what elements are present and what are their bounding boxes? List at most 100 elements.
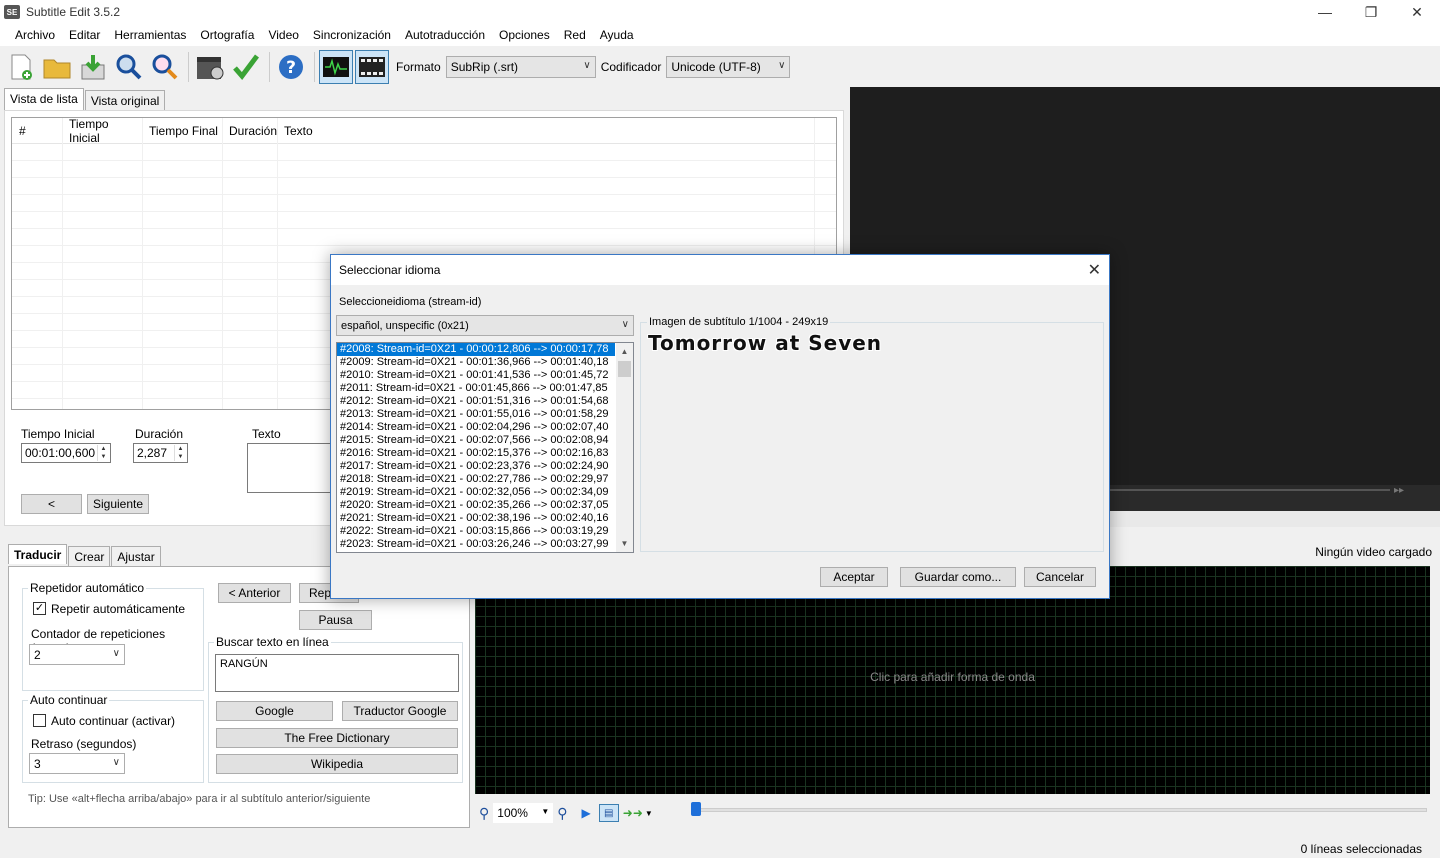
menu-sincronizacion[interactable]: Sincronización bbox=[306, 28, 398, 42]
google-translate-button[interactable]: Traductor Google bbox=[342, 701, 458, 721]
duration-input[interactable]: 2,287 ▲ ▼ bbox=[133, 443, 188, 463]
list-item[interactable]: #2010: Stream-id=0X21 - 00:01:41,536 -->… bbox=[337, 369, 615, 382]
next-button[interactable]: Siguiente bbox=[87, 494, 149, 514]
list-item[interactable]: #2011: Stream-id=0X21 - 00:01:45,866 -->… bbox=[337, 382, 615, 395]
waveform-icon bbox=[323, 57, 349, 77]
new-file-button[interactable] bbox=[4, 50, 38, 84]
menu-ayuda[interactable]: Ayuda bbox=[593, 28, 641, 42]
menu-editar[interactable]: Editar bbox=[62, 28, 107, 42]
wikipedia-button[interactable]: Wikipedia bbox=[216, 754, 458, 774]
scroll-up-icon[interactable]: ▲ bbox=[616, 343, 633, 360]
list-item[interactable]: #2008: Stream-id=0X21 - 00:00:12,806 -->… bbox=[337, 343, 615, 356]
encoding-select[interactable]: Unicode (UTF-8) ∨ bbox=[666, 56, 791, 78]
list-item[interactable]: #2016: Stream-id=0X21 - 00:02:15,376 -->… bbox=[337, 447, 615, 460]
close-icon[interactable]: ✕ bbox=[1088, 260, 1101, 280]
spinner-arrows-icon[interactable]: ▲ ▼ bbox=[174, 445, 186, 461]
col-text[interactable]: Texto bbox=[277, 124, 477, 138]
clapperboard-icon bbox=[197, 57, 224, 80]
menu-ortografia[interactable]: Ortografía bbox=[193, 28, 261, 42]
save-button[interactable] bbox=[76, 50, 110, 84]
zoom-in-icon[interactable]: ⚲ bbox=[557, 805, 567, 822]
list-item[interactable]: #2014: Stream-id=0X21 - 00:02:04,296 -->… bbox=[337, 421, 615, 434]
menu-red[interactable]: Red bbox=[557, 28, 593, 42]
col-number[interactable]: # bbox=[12, 124, 62, 138]
format-select-value: SubRip (.srt) bbox=[450, 60, 519, 74]
subtitle-image-title: Imagen de subtítulo 1/1004 - 249x19 bbox=[647, 316, 831, 328]
zoom-out-icon[interactable]: ⚲ bbox=[479, 805, 489, 822]
help-button[interactable]: ? bbox=[274, 50, 308, 84]
spell-check-button[interactable] bbox=[229, 50, 263, 84]
visual-sync-button[interactable] bbox=[193, 50, 227, 84]
chevron-down-icon: ∨ bbox=[778, 60, 786, 71]
google-button[interactable]: Google bbox=[216, 701, 333, 721]
tab-translate[interactable]: Traducir bbox=[8, 544, 68, 564]
waveform-slider-thumb[interactable] bbox=[691, 802, 701, 816]
list-item[interactable]: #2020: Stream-id=0X21 - 00:02:35,266 -->… bbox=[337, 499, 615, 512]
tab-list-view[interactable]: Vista de lista bbox=[4, 88, 84, 110]
minimize-icon[interactable]: — bbox=[1302, 0, 1348, 24]
auto-continue-checkbox[interactable] bbox=[33, 714, 46, 727]
subtitle-image-group: Imagen de subtítulo 1/1004 - 249x19 Tomo… bbox=[640, 316, 1104, 552]
menu-archivo[interactable]: Archivo bbox=[8, 28, 62, 42]
tab-original-view[interactable]: Vista original bbox=[84, 90, 166, 110]
save-as-button[interactable]: Guardar como... bbox=[900, 567, 1016, 587]
selected-lines-status: 0 líneas seleccionadas bbox=[1300, 842, 1422, 856]
menu-autotraduccion[interactable]: Autotraducción bbox=[398, 28, 492, 42]
zoom-select[interactable]: 100% ▼ bbox=[493, 803, 554, 823]
delay-select[interactable]: 3 ∨ bbox=[29, 753, 125, 774]
checkmark-icon bbox=[233, 54, 259, 80]
list-item[interactable]: #2017: Stream-id=0X21 - 00:02:23,376 -->… bbox=[337, 460, 615, 473]
list-item[interactable]: #2023: Stream-id=0X21 - 00:03:26,246 -->… bbox=[337, 538, 615, 551]
play-icon[interactable]: ▶ bbox=[582, 806, 591, 820]
list-item[interactable]: #2012: Stream-id=0X21 - 00:01:51,316 -->… bbox=[337, 395, 615, 408]
list-item[interactable]: #2013: Stream-id=0X21 - 00:01:55,016 -->… bbox=[337, 408, 615, 421]
waveform-toggle-button[interactable] bbox=[319, 50, 353, 84]
video-toggle-button[interactable] bbox=[355, 50, 389, 84]
tab-adjust[interactable]: Ajustar bbox=[111, 546, 161, 566]
scroll-down-icon[interactable]: ▼ bbox=[616, 535, 633, 552]
list-item[interactable]: #2021: Stream-id=0X21 - 00:02:38,196 -->… bbox=[337, 512, 615, 525]
free-dictionary-button[interactable]: The Free Dictionary bbox=[216, 728, 458, 748]
fast-forward-icon[interactable]: ▸▸ bbox=[1394, 485, 1404, 496]
download-icon bbox=[81, 55, 105, 80]
menu-opciones[interactable]: Opciones bbox=[492, 28, 557, 42]
col-duration[interactable]: Duración bbox=[222, 124, 277, 138]
subtitle-stream-list[interactable]: #2008: Stream-id=0X21 - 00:00:12,806 -->… bbox=[336, 342, 634, 553]
open-file-button[interactable] bbox=[40, 50, 74, 84]
list-item[interactable]: #2018: Stream-id=0X21 - 00:02:27,786 -->… bbox=[337, 473, 615, 486]
search-text-input[interactable]: RANGÚN bbox=[215, 654, 459, 692]
repeat-count-select[interactable]: 2 ∨ bbox=[29, 644, 125, 665]
repeat-count-value: 2 bbox=[34, 647, 41, 662]
list-item[interactable]: #2019: Stream-id=0X21 - 00:02:32,056 -->… bbox=[337, 486, 615, 499]
list-item[interactable]: #2015: Stream-id=0X21 - 00:02:07,566 -->… bbox=[337, 434, 615, 447]
scroll-thumb[interactable] bbox=[618, 361, 631, 377]
start-time-input[interactable]: 00:01:00,600 ▲ ▼ bbox=[21, 443, 111, 463]
tab-create[interactable]: Crear bbox=[68, 546, 111, 566]
format-select[interactable]: SubRip (.srt) ∨ bbox=[445, 56, 596, 78]
find-button[interactable] bbox=[112, 50, 146, 84]
menu-video[interactable]: Video bbox=[261, 28, 305, 42]
toggle-waveform-spectrogram-icon[interactable]: ▤ bbox=[598, 804, 619, 822]
cancel-button[interactable]: Cancelar bbox=[1024, 567, 1096, 587]
waveform-area[interactable]: Clic para añadir forma de onda bbox=[475, 566, 1430, 794]
col-start[interactable]: Tiempo Inicial bbox=[62, 118, 142, 145]
language-select[interactable]: español, unspecific (0x21) ∨ bbox=[336, 315, 634, 336]
list-item[interactable]: #2022: Stream-id=0X21 - 00:03:15,866 -->… bbox=[337, 525, 615, 538]
zoom-value: 100% bbox=[497, 806, 528, 820]
waveform-position-slider[interactable] bbox=[695, 808, 1427, 812]
close-icon[interactable]: ✕ bbox=[1394, 0, 1440, 24]
restore-icon[interactable]: ❐ bbox=[1348, 0, 1394, 24]
pause-button[interactable]: Pausa bbox=[299, 610, 372, 630]
auto-scroll-icon[interactable]: ➜➜ bbox=[623, 806, 643, 820]
col-end[interactable]: Tiempo Final bbox=[142, 124, 222, 138]
menu-herramientas[interactable]: Herramientas bbox=[107, 28, 193, 42]
spinner-arrows-icon[interactable]: ▲ ▼ bbox=[97, 445, 109, 461]
accept-button[interactable]: Aceptar bbox=[820, 567, 888, 587]
replace-button[interactable] bbox=[148, 50, 182, 84]
chevron-down-icon[interactable]: ▼ bbox=[645, 809, 653, 818]
previous-line-button[interactable]: < Anterior bbox=[218, 583, 291, 603]
list-scrollbar[interactable]: ▲ ▼ bbox=[616, 343, 633, 552]
auto-repeat-checkbox[interactable]: ✓ bbox=[33, 602, 46, 615]
previous-button[interactable]: < bbox=[21, 494, 82, 514]
list-item[interactable]: #2009: Stream-id=0X21 - 00:01:36,966 -->… bbox=[337, 356, 615, 369]
